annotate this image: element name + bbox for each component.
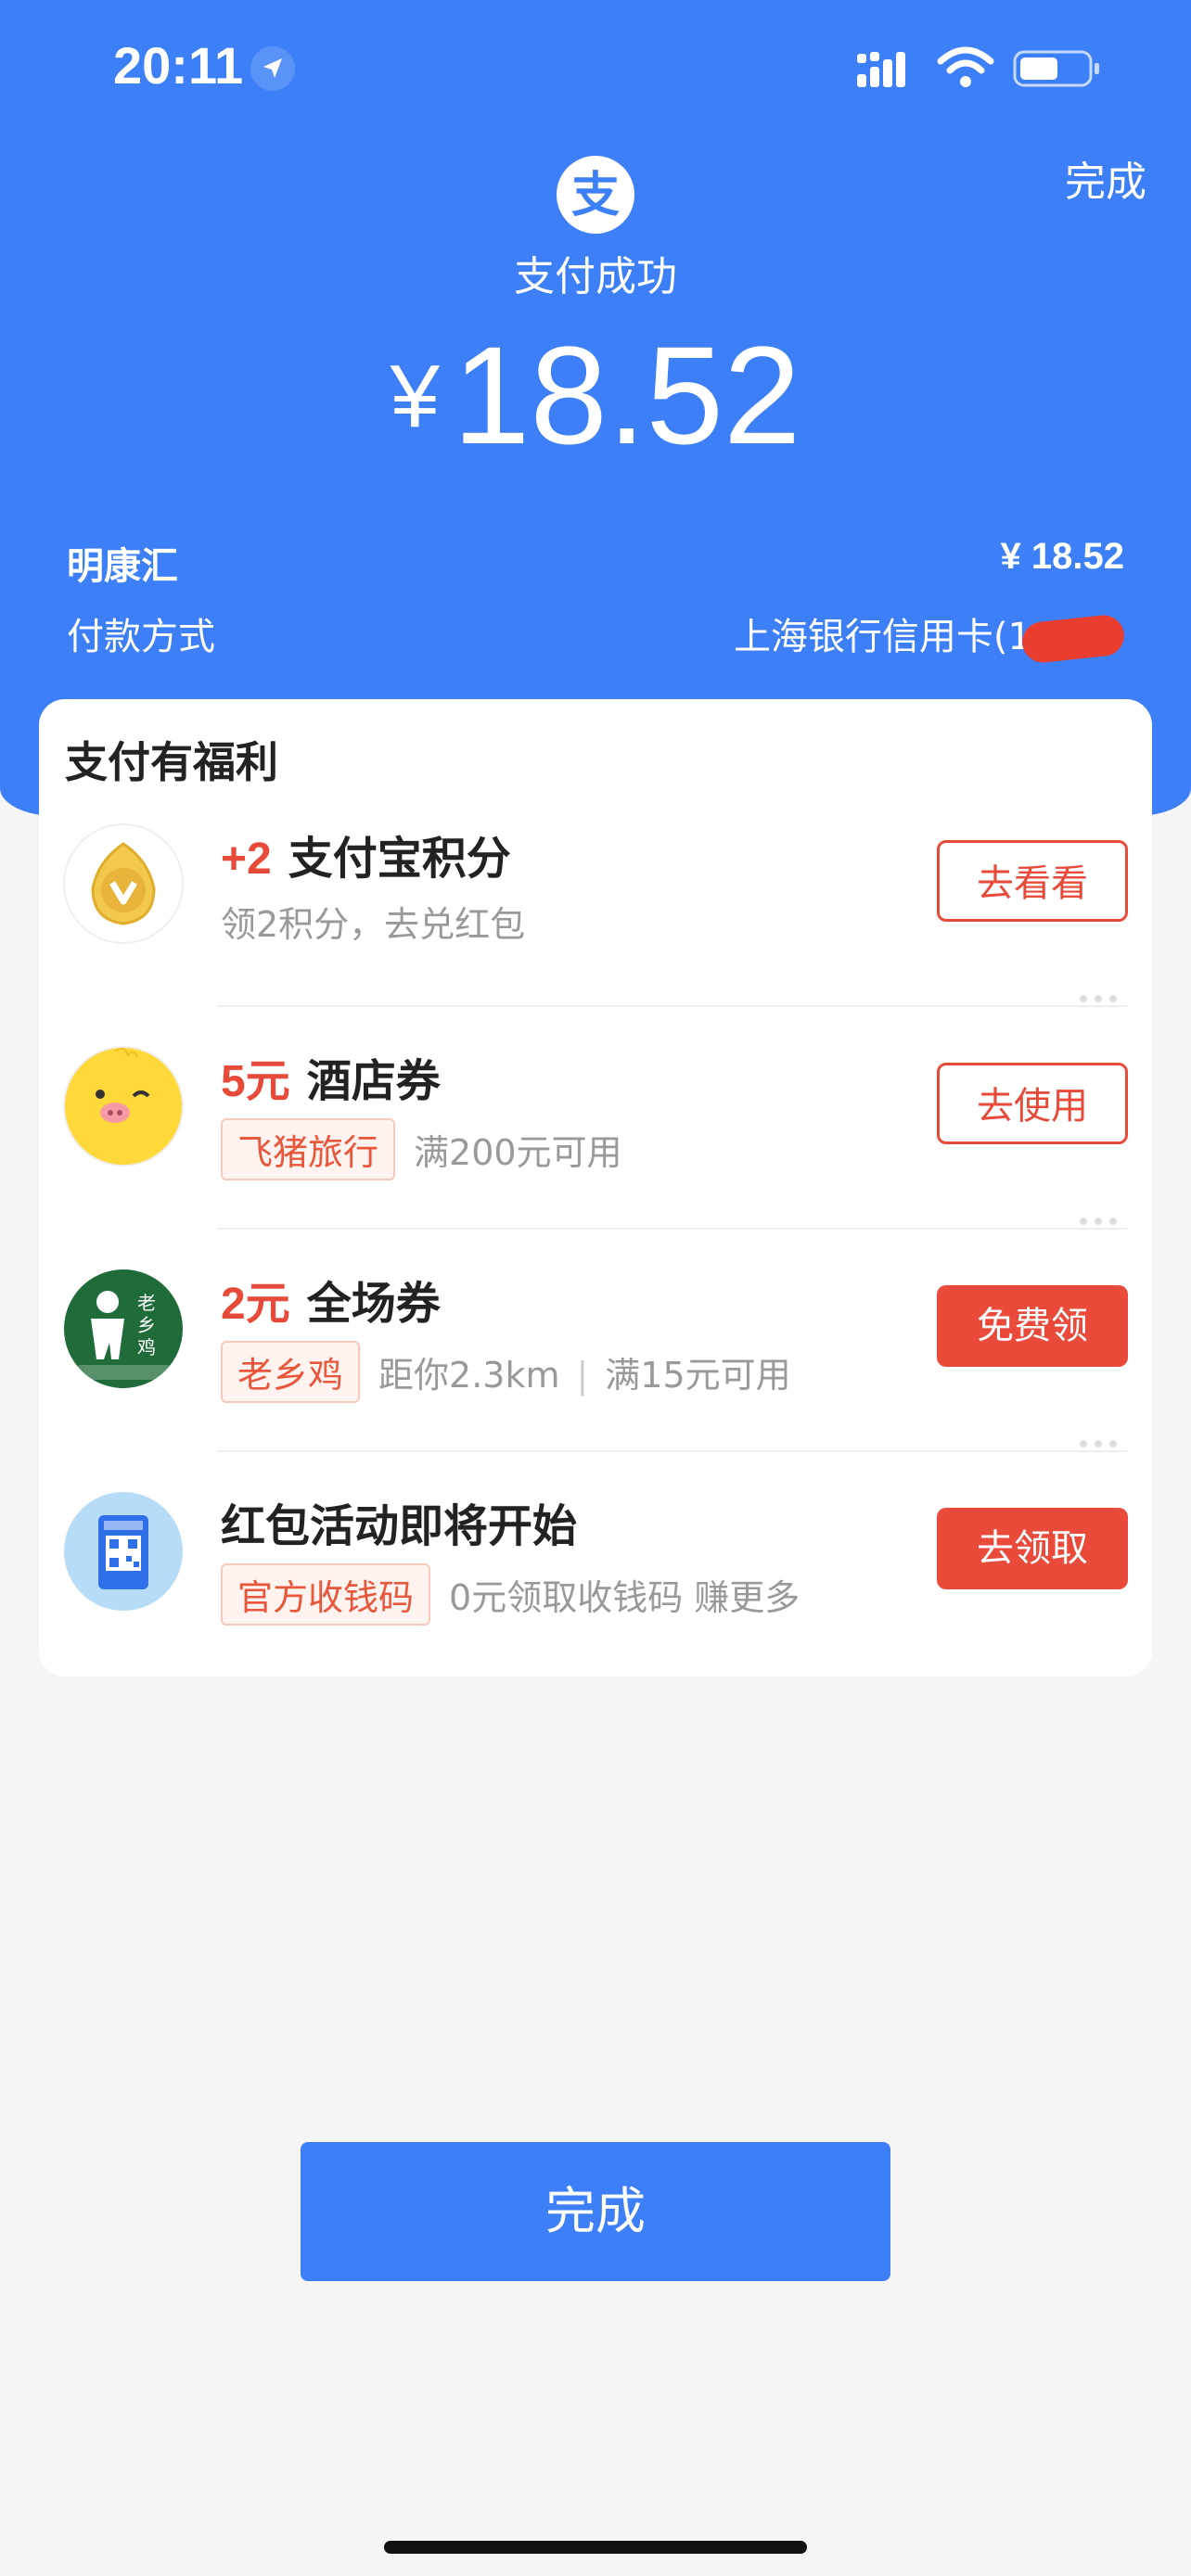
redaction-mark	[1020, 613, 1126, 665]
alipay-logo-icon: 支	[557, 156, 634, 234]
go-see-button[interactable]: 去看看	[937, 840, 1128, 922]
benefit-title: 红包活动即将开始	[221, 1500, 578, 1552]
benefit-item: 老 乡 鸡 2元 全场券 老乡鸡 距你2.3km | 满15元可用 免费领	[39, 1218, 1152, 1452]
benefit-title: 支付宝积分	[288, 833, 511, 885]
more-options-icon[interactable]	[1080, 988, 1124, 1002]
amount-value: 18.52	[453, 317, 801, 473]
done-button[interactable]: 完成	[301, 2142, 890, 2281]
separator: |	[576, 1355, 589, 1396]
more-options-icon[interactable]	[1080, 1211, 1124, 1225]
svg-text:乡: 乡	[137, 1314, 156, 1336]
benefit-highlight: 5元	[221, 1057, 290, 1106]
merchant-tag: 飞猪旅行	[221, 1118, 396, 1180]
signal-icon	[857, 48, 920, 89]
benefit-description: 满200元可用	[414, 1132, 622, 1173]
merchant-tag: 官方收钱码	[221, 1563, 431, 1626]
benefit-title: 全场券	[306, 1278, 441, 1330]
benefit-title: 酒店券	[306, 1055, 441, 1107]
benefit-highlight: +2	[221, 835, 272, 884]
header-done-button[interactable]: 完成	[1065, 148, 1146, 208]
payment-method-row: 付款方式 上海银行信用卡(1	[67, 606, 1126, 665]
benefit-description-row: 官方收钱码 0元领取收钱码 赚更多	[221, 1563, 800, 1626]
benefit-description: 0元领取收钱码 赚更多	[449, 1577, 800, 1618]
benefit-description-row: 飞猪旅行 满200元可用	[221, 1118, 622, 1180]
claim-button[interactable]: 去领取	[937, 1508, 1128, 1589]
benefit-headline: 2元 全场券	[221, 1267, 441, 1332]
points-coin-icon	[63, 823, 184, 944]
benefits-title: 支付有福利	[65, 737, 278, 787]
qr-code-stand-icon	[63, 1491, 184, 1612]
merchant-row: 明康汇 ¥ 18.52	[67, 536, 1124, 590]
merchant-amount: ¥ 18.52	[1000, 536, 1124, 577]
merchant-tag: 老乡鸡	[221, 1341, 361, 1403]
wifi-icon	[937, 45, 994, 91]
svg-text:老: 老	[137, 1292, 156, 1314]
benefit-headline: +2 支付宝积分	[221, 822, 511, 886]
svg-text:支: 支	[571, 168, 620, 223]
benefit-condition: 满15元可用	[605, 1355, 791, 1396]
benefit-item: +2 支付宝积分 领2积分，去兑红包 去看看	[39, 784, 1152, 1007]
use-coupon-button[interactable]: 去使用	[937, 1063, 1128, 1144]
benefit-description: 领2积分，去兑红包	[221, 904, 526, 945]
laoxiangji-logo-icon: 老 乡 鸡	[63, 1269, 184, 1389]
merchant-name: 明康汇	[67, 545, 178, 588]
home-indicator[interactable]	[384, 2541, 807, 2554]
location-arrow-icon	[250, 46, 295, 91]
battery-icon	[1013, 48, 1102, 89]
benefit-highlight: 2元	[221, 1280, 290, 1329]
benefit-headline: 5元 酒店券	[221, 1044, 441, 1109]
payment-method-value: 上海银行信用卡(1	[733, 616, 1031, 658]
benefit-item: 红包活动即将开始 官方收钱码 0元领取收钱码 赚更多 去领取	[39, 1440, 1152, 1675]
svg-text:鸡: 鸡	[137, 1336, 156, 1358]
currency-symbol: ¥	[390, 347, 440, 446]
benefit-headline: 红包活动即将开始	[221, 1489, 577, 1554]
benefits-card: 支付有福利 +2 支付宝积分 领2积分，去兑红包 去看看 5元 酒店券 飞猪旅行…	[39, 699, 1152, 1677]
payment-amount: ¥18.52	[0, 315, 1191, 476]
distance-text: 距你2.3km	[378, 1355, 560, 1396]
status-time: 20:11	[113, 36, 244, 95]
status-bar: 20:11	[0, 0, 1191, 139]
benefit-item: 5元 酒店券 飞猪旅行 满200元可用 去使用	[39, 995, 1152, 1230]
payment-method-value-wrap: 上海银行信用卡(1	[733, 606, 1126, 665]
more-options-icon[interactable]	[1080, 1434, 1124, 1447]
payment-method-label: 付款方式	[67, 616, 215, 658]
benefit-description-row: 老乡鸡 距你2.3km | 满15元可用	[221, 1341, 791, 1403]
fliggy-pig-icon	[63, 1046, 184, 1167]
payment-status-text: 支付成功	[514, 253, 677, 300]
claim-free-button[interactable]: 免费领	[937, 1285, 1128, 1367]
